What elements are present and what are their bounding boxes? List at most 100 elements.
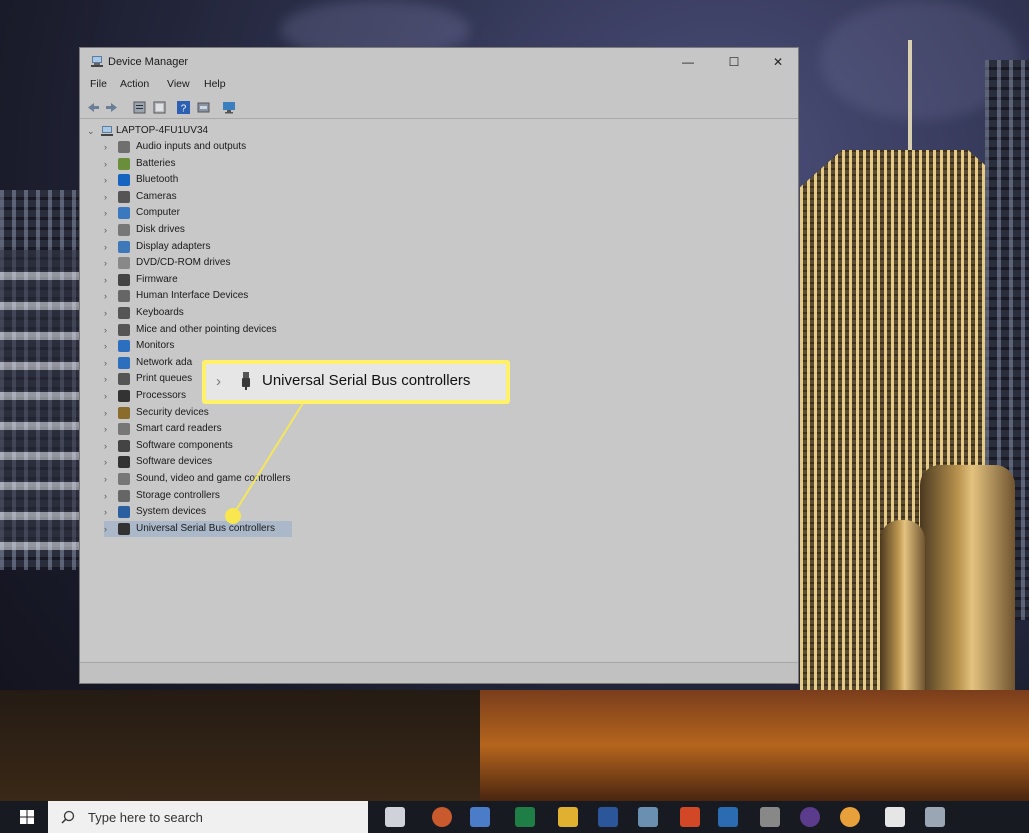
tree-item[interactable]: › Storage controllers xyxy=(104,488,384,504)
snagit-icon[interactable] xyxy=(432,807,452,827)
expand-chevron-icon[interactable]: › xyxy=(104,521,114,537)
tree-item-label: Print queues xyxy=(136,373,193,385)
close-button[interactable]: ✕ xyxy=(756,51,800,73)
chrome-icon[interactable] xyxy=(840,807,860,827)
disk-drive-icon xyxy=(118,224,130,236)
mouse-icon xyxy=(118,323,130,336)
expand-chevron-icon[interactable]: › xyxy=(104,504,114,520)
computer-icon xyxy=(118,207,130,220)
app-icon[interactable] xyxy=(638,807,658,827)
search-icon xyxy=(61,810,75,824)
help-icon[interactable]: ? xyxy=(176,100,191,115)
tree-item[interactable]: › System devices xyxy=(104,504,384,520)
expand-chevron-icon[interactable]: › xyxy=(104,471,114,487)
tree-item-label: Disk drives xyxy=(136,224,185,235)
dvd-icon xyxy=(118,257,130,270)
expand-chevron-icon[interactable]: › xyxy=(104,355,114,371)
expand-chevron-icon[interactable]: › xyxy=(104,222,114,238)
status-bar xyxy=(80,662,798,683)
tree-item[interactable]: › Mice and other pointing devices xyxy=(104,322,384,338)
menu-view[interactable]: View xyxy=(167,78,190,90)
maximize-button[interactable]: ☐ xyxy=(712,51,756,73)
tree-root[interactable]: ⌄ LAPTOP-4FU1UV34 xyxy=(87,123,387,139)
tree-item-label: Sound, video and game controllers xyxy=(136,473,291,484)
computer-root-icon xyxy=(101,126,113,136)
expand-chevron-icon[interactable]: › xyxy=(104,239,114,255)
expand-chevron-icon[interactable]: › xyxy=(104,338,114,354)
expand-chevron-icon[interactable]: › xyxy=(104,205,114,221)
menu-file[interactable]: File xyxy=(90,78,107,90)
acrobat-icon[interactable] xyxy=(680,807,700,827)
expand-chevron-icon[interactable]: › xyxy=(104,405,114,421)
storage-icon xyxy=(118,489,130,502)
network-app-icon[interactable] xyxy=(925,807,945,827)
tree-item[interactable]: › Software devices xyxy=(104,454,384,470)
tree-item[interactable]: › Firmware xyxy=(104,272,384,288)
tree-item[interactable]: › Human Interface Devices xyxy=(104,288,384,304)
expand-chevron-icon[interactable]: › xyxy=(104,172,114,188)
photoshop-icon[interactable] xyxy=(718,807,738,827)
menu-action[interactable]: Action xyxy=(120,78,149,90)
slack-icon[interactable] xyxy=(800,807,820,827)
properties-icon[interactable] xyxy=(132,100,147,115)
menu-help[interactable]: Help xyxy=(204,78,226,90)
tree-item[interactable]: › Sound, video and game controllers xyxy=(104,471,384,487)
show-hidden-icon[interactable] xyxy=(152,100,167,115)
expand-chevron-icon[interactable]: › xyxy=(104,421,114,437)
paint-icon[interactable] xyxy=(470,807,490,827)
camera-icon xyxy=(118,190,130,203)
tree-item[interactable]: › Smart card readers xyxy=(104,421,384,437)
expand-chevron-icon[interactable]: › xyxy=(104,322,114,338)
title-bar[interactable]: Device Manager — ☐ ✕ xyxy=(80,48,798,75)
collapse-chevron-icon[interactable]: ⌄ xyxy=(87,123,97,139)
task-view-icon[interactable] xyxy=(385,807,405,827)
expand-chevron-icon[interactable]: › xyxy=(104,454,114,470)
tree-item[interactable]: › Display adapters xyxy=(104,239,384,255)
expand-chevron-icon[interactable]: › xyxy=(104,388,114,404)
tree-item-label: Cameras xyxy=(136,190,177,202)
tree-item[interactable]: › Bluetooth xyxy=(104,172,384,188)
tree-item[interactable]: › Cameras xyxy=(104,189,384,205)
window-title: Device Manager xyxy=(108,56,189,68)
update-driver-icon[interactable] xyxy=(196,100,211,115)
expand-chevron-icon[interactable]: › xyxy=(104,371,114,387)
tree-item-label: Smart card readers xyxy=(136,423,222,435)
tree-item[interactable]: › Monitors xyxy=(104,338,384,354)
scan-hardware-icon[interactable] xyxy=(222,100,237,115)
taskbar-search-box[interactable]: Type here to search xyxy=(48,801,368,833)
tree-item[interactable]: › Audio inputs and outputs xyxy=(104,139,384,155)
tree-item[interactable]: › DVD/CD-ROM drives xyxy=(104,255,384,271)
chevron-right-icon: › xyxy=(216,373,221,390)
expand-chevron-icon[interactable]: › xyxy=(104,305,114,321)
minimize-button[interactable]: — xyxy=(666,51,710,73)
expand-chevron-icon[interactable]: › xyxy=(104,288,114,304)
tree-item[interactable]: › Software components xyxy=(104,438,384,454)
expand-chevron-icon[interactable]: › xyxy=(104,156,114,172)
settings-icon[interactable] xyxy=(885,807,905,827)
tree-item[interactable]: › Batteries xyxy=(104,156,384,172)
windows-start-icon[interactable] xyxy=(20,810,34,824)
tree-item[interactable]: › Disk drives xyxy=(104,222,384,238)
battery-icon xyxy=(118,157,130,170)
tree-item[interactable]: › Security devices xyxy=(104,405,384,421)
pen-icon[interactable] xyxy=(760,807,780,827)
expand-chevron-icon[interactable]: › xyxy=(104,255,114,271)
tree-item-label: Mice and other pointing devices xyxy=(136,323,277,335)
file-explorer-icon[interactable] xyxy=(558,807,578,827)
excel-icon[interactable] xyxy=(515,807,535,827)
expand-chevron-icon[interactable]: › xyxy=(104,488,114,504)
expand-chevron-icon[interactable]: › xyxy=(104,139,114,155)
security-icon xyxy=(118,406,130,419)
tree-item[interactable]: › Universal Serial Bus controllers xyxy=(104,520,292,537)
toolbar: ? xyxy=(80,98,798,119)
back-arrow-icon[interactable] xyxy=(86,100,101,115)
zoom-callout: › Universal Serial Bus controllers xyxy=(202,360,510,404)
tree-item[interactable]: › Computer xyxy=(104,205,384,221)
expand-chevron-icon[interactable]: › xyxy=(104,438,114,454)
word-icon[interactable] xyxy=(598,807,618,827)
usb-icon xyxy=(118,522,130,535)
expand-chevron-icon[interactable]: › xyxy=(104,189,114,205)
forward-arrow-icon[interactable] xyxy=(104,100,119,115)
expand-chevron-icon[interactable]: › xyxy=(104,272,114,288)
tree-item[interactable]: › Keyboards xyxy=(104,305,384,321)
